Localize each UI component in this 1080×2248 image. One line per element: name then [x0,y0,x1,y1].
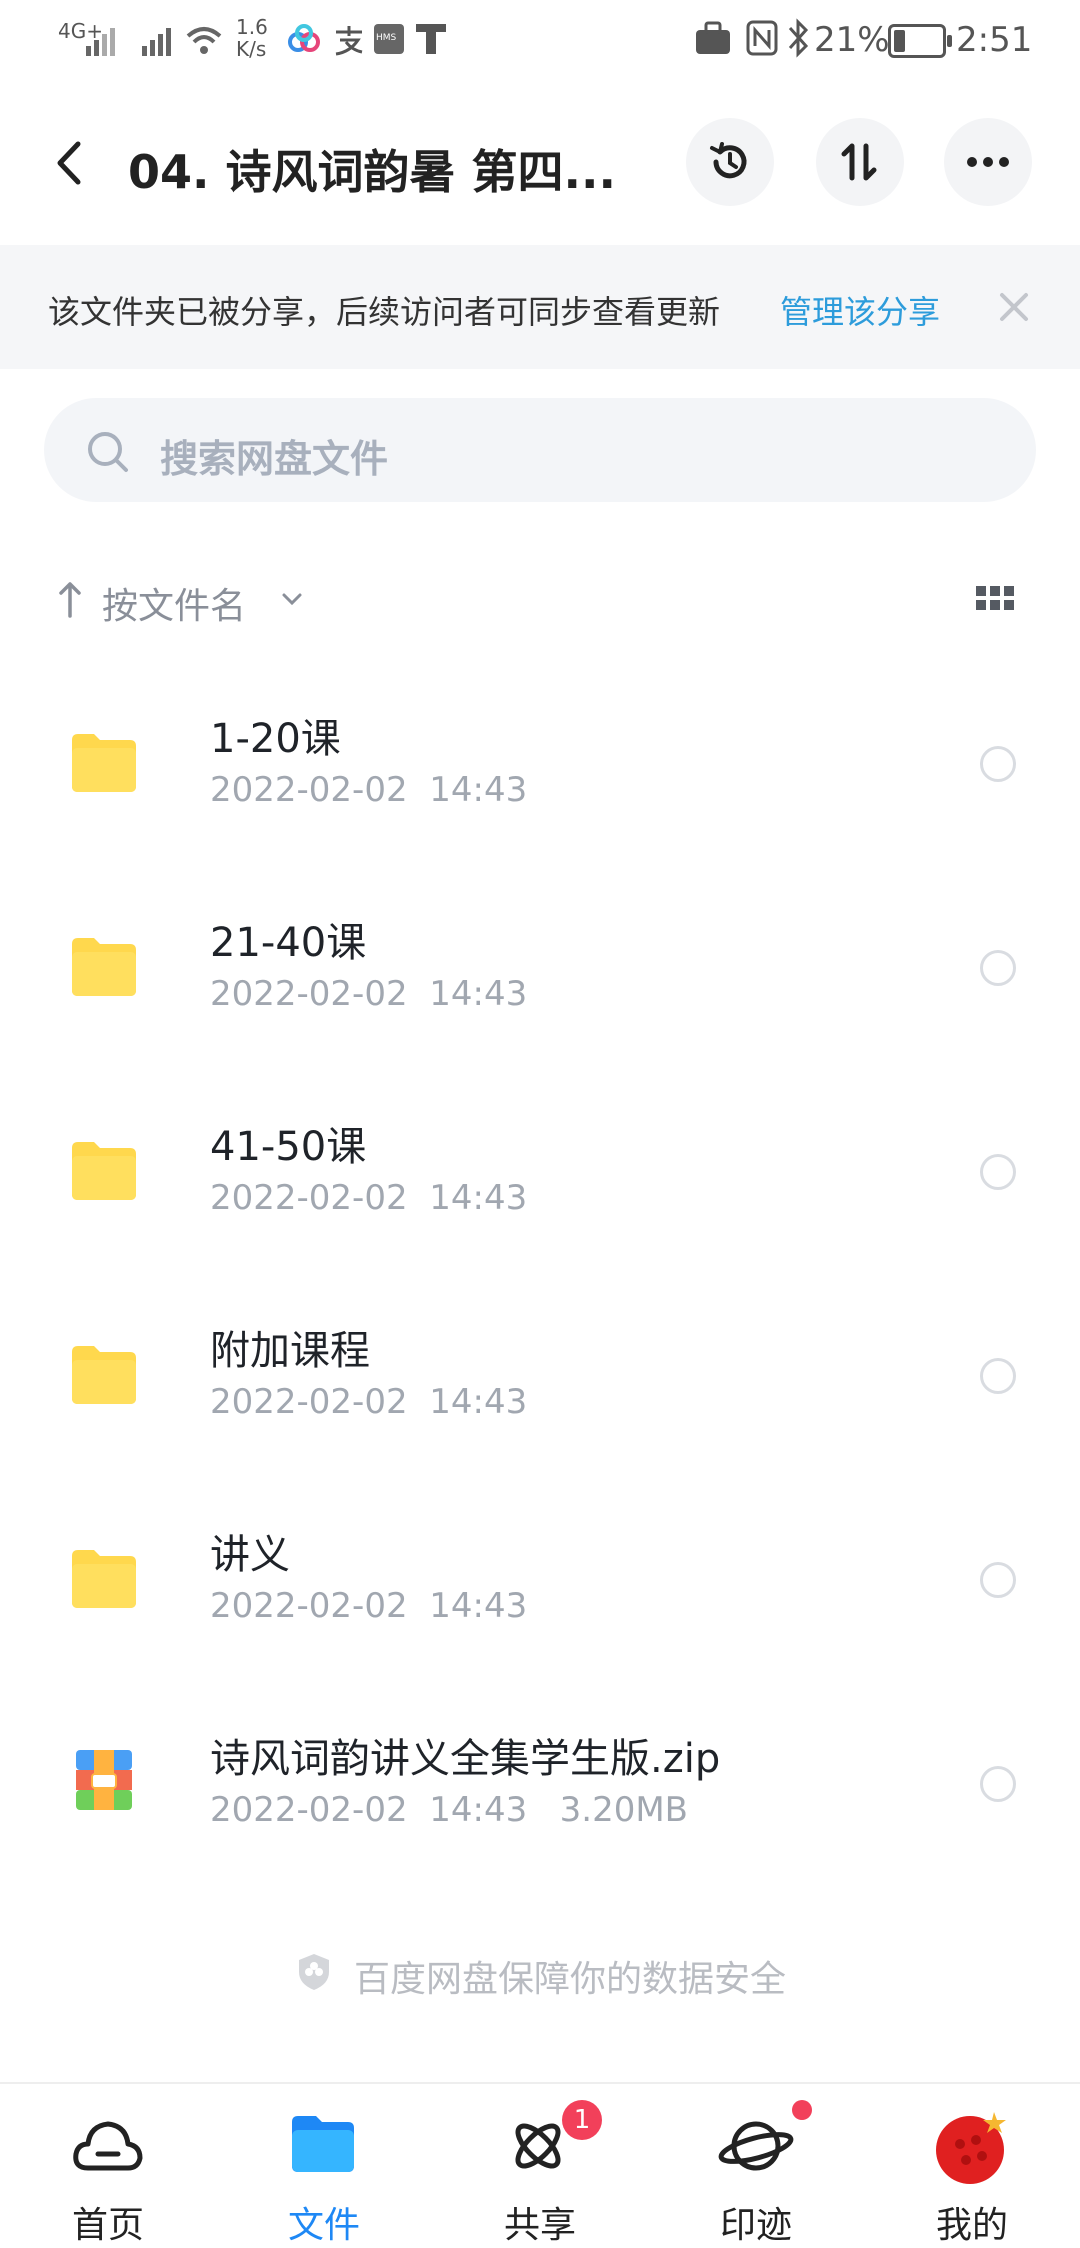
list-item[interactable]: 讲义 2022-02-02 14:43 [0,1502,1080,1706]
file-meta: 2022-02-02 14:43 [210,1586,528,1626]
file-name: 诗风词韵讲义全集学生版.zip [210,1736,721,1782]
manage-share-link[interactable]: 管理该分享 [780,287,940,333]
file-meta: 2022-02-02 14:43 [210,1382,528,1422]
bluetooth-icon [788,18,809,58]
history-icon [710,142,747,179]
briefcase-icon [696,21,730,54]
select-radio[interactable] [980,1562,1016,1598]
file-meta: 2022-02-02 14:43 [210,974,528,1014]
list-item[interactable]: 诗风词韵讲义全集学生版.zip 2022-02-02 14:43 3.20MB [0,1706,1080,1910]
list-item[interactable]: 41-50课 2022-02-02 14:43 [0,1094,1080,1298]
clock: 2:51 [956,20,1033,60]
net-speed-unit: K/s [236,37,267,61]
more-button[interactable] [944,118,1032,206]
folder-icon [72,1550,136,1608]
chevron-down-icon [282,593,302,606]
select-radio[interactable] [980,746,1016,782]
nav-label: 共享 [503,2205,576,2246]
t-app-icon [416,24,446,54]
notification-badge: 1 [562,2100,602,2140]
sort-arrow-up-icon [59,582,81,618]
folder-icon [72,734,136,792]
folder-icon [72,938,136,996]
header: 04. 诗风词韵暑 第四... [0,80,1080,245]
file-meta: 2022-02-02 14:43 [210,770,528,810]
file-name: 41-50课 [210,1124,367,1170]
bottom-nav: 首页 文件 1 共享 印迹 我的 [0,2082,1080,2246]
list-item[interactable]: 21-40课 2022-02-02 14:43 [0,890,1080,1094]
baidu-netdisk-icon [288,24,320,52]
signal-icon-2 [142,28,171,56]
cloud-icon [73,2121,143,2171]
zip-icon [76,1750,132,1810]
select-radio[interactable] [980,1154,1016,1190]
nav-share[interactable]: 1 共享 [432,2084,648,2246]
nav-home[interactable]: 首页 [0,2084,216,2246]
security-footer: 百度网盘保障你的数据安全 [354,1959,787,2000]
folder-icon [292,2116,354,2172]
folder-icon [72,1142,136,1200]
file-name: 21-40课 [210,920,367,966]
nav-label: 我的 [935,2205,1008,2246]
wifi-icon [186,27,222,54]
folder-icon [72,1346,136,1404]
grid-view-icon[interactable] [976,586,1016,614]
alipay-icon [335,26,363,56]
file-meta: 2022-02-02 14:43 3.20MB [210,1790,689,1830]
planet-icon [718,2121,794,2171]
nav-files[interactable]: 文件 [216,2084,432,2246]
history-button[interactable] [686,118,774,206]
more-icon [967,157,1009,167]
sort-label: 按文件名 [102,586,247,627]
file-name: 1-20课 [210,716,341,762]
select-radio[interactable] [980,950,1016,986]
file-name: 讲义 [210,1532,290,1578]
share-notice-text: 该文件夹已被分享，后续访问者可同步查看更新 [48,293,721,331]
transfer-button[interactable] [816,118,904,206]
nav-label: 首页 [71,2205,144,2246]
close-icon[interactable] [998,291,1030,323]
share-notice: 该文件夹已被分享，后续访问者可同步查看更新 管理该分享 [0,245,1080,369]
red-dot-badge [792,2100,812,2120]
search-input[interactable]: 搜索网盘文件 [44,398,1036,502]
file-meta: 2022-02-02 14:43 [210,1178,528,1218]
status-bar: 4G+ 1.6 K/s HMS 21% 2:51 [0,0,1080,80]
transfer-icon [841,143,877,181]
select-radio[interactable] [980,1766,1016,1802]
nav-label: 印迹 [719,2205,792,2246]
back-icon[interactable] [50,138,90,188]
search-placeholder: 搜索网盘文件 [160,437,389,481]
hms-icon: HMS [374,24,404,54]
battery-icon [888,24,952,58]
page-title: 04. 诗风词韵暑 第四... [128,145,616,199]
list-item[interactable]: 附加课程 2022-02-02 14:43 [0,1298,1080,1502]
nav-moments[interactable]: 印迹 [648,2084,864,2246]
avatar-icon [936,2112,1006,2184]
nav-label: 文件 [287,2205,360,2246]
nav-profile[interactable]: 我的 [864,2084,1080,2246]
battery-percent: 21% [814,20,890,60]
shield-icon [299,1954,329,1990]
select-radio[interactable] [980,1358,1016,1394]
nfc-icon [746,20,778,56]
file-name: 附加课程 [210,1328,370,1374]
signal-icon [86,28,115,56]
search-icon [88,432,128,472]
list-item[interactable]: 1-20课 2022-02-02 14:43 [0,686,1080,890]
net-speed-value: 1.6 [236,15,268,39]
